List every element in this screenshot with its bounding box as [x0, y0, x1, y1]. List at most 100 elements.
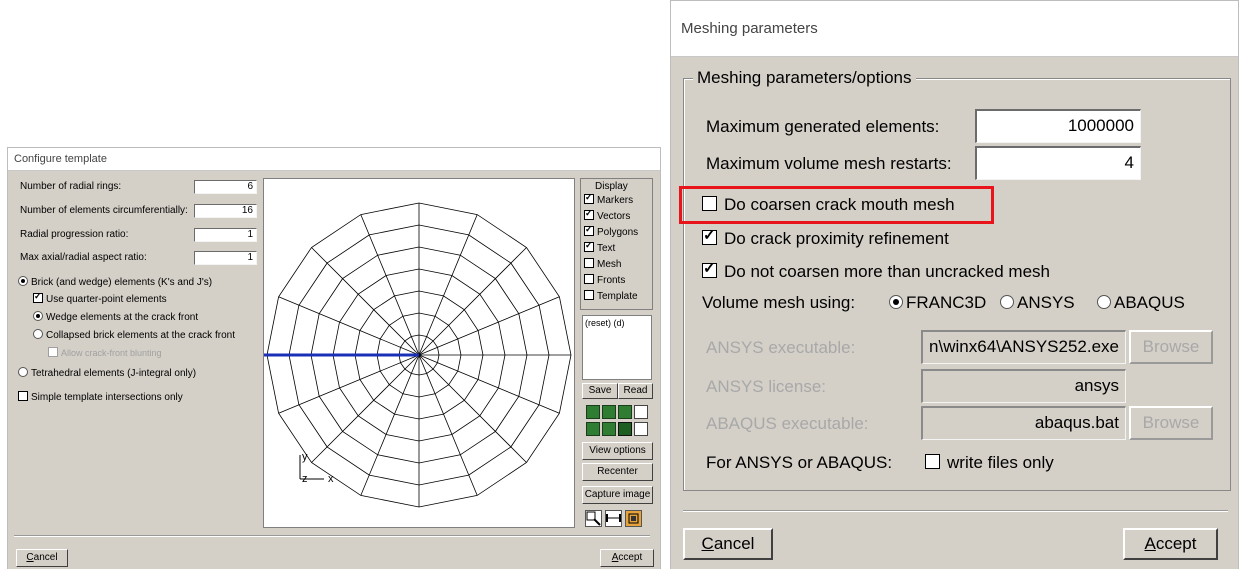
read-button[interactable]: Read	[618, 383, 653, 399]
no-coarsen-checkbox[interactable]: Do not coarsen more than uncracked mesh	[702, 259, 1050, 282]
axis-z-label: z	[302, 473, 308, 485]
for-ansys-abaqus-label: For ANSYS or ABAQUS:	[706, 453, 893, 472]
abaqus-executable-input[interactable]: abaqus.bat	[921, 406, 1126, 440]
coarsen-crack-mouth-checkbox[interactable]: Do coarsen crack mouth mesh	[702, 195, 955, 215]
save-button[interactable]: Save	[582, 383, 618, 399]
history-text: (reset) (d)	[585, 318, 625, 328]
accept-button[interactable]: Accept	[1123, 528, 1218, 560]
display-text-checkbox[interactable]: Text	[584, 240, 615, 254]
elements-circumferential-input[interactable]: 16	[194, 204, 257, 218]
recenter-button[interactable]: Recenter	[582, 463, 653, 481]
checkbox-indicator	[702, 196, 717, 211]
display-fronts-checkbox[interactable]: Fronts	[584, 274, 625, 286]
template-view-canvas[interactable]: y z x	[263, 178, 575, 528]
radial-rings-input[interactable]: 6	[194, 180, 257, 194]
perspective-cube-icon[interactable]	[625, 510, 642, 527]
fit-width-icon[interactable]	[605, 510, 622, 527]
ansys-executable-input[interactable]: n\winx64\ANSYS252.exe	[921, 330, 1126, 364]
mesh-spoke	[418, 214, 478, 356]
view-orientation-toolbar	[582, 403, 654, 439]
radial-rings-label: Number of radial rings:	[20, 181, 122, 192]
elements-circumferential-label: Number of elements circumferentially:	[20, 205, 188, 216]
display-options-panel: Display Markers Vectors Polygons Text Mesh Fr…	[580, 178, 653, 310]
radio-indicator	[18, 276, 28, 286]
view-front-cube-icon[interactable]	[586, 405, 600, 419]
checkbox-indicator	[584, 258, 594, 268]
abaqus-executable-label: ABAQUS executable:	[706, 414, 869, 433]
view-top-cube-icon[interactable]	[586, 422, 600, 436]
checkbox-indicator	[584, 192, 594, 204]
radio-indicator	[1097, 295, 1111, 309]
view-side-cube-icon[interactable]	[618, 405, 632, 419]
mesh-spoke	[360, 214, 420, 356]
wedge-elements-radio[interactable]: Wedge elements at the crack front	[33, 311, 198, 323]
window-title: Configure template	[8, 148, 660, 171]
axis-y-label: y	[302, 451, 308, 463]
write-files-only-checkbox[interactable]: write files only	[925, 453, 1054, 473]
checkbox-indicator	[702, 259, 717, 278]
simple-intersections-checkbox[interactable]: Simple template intersections only	[18, 391, 183, 403]
window-title: Meshing parameters	[671, 1, 1238, 57]
franc3d-radio[interactable]: FRANC3D	[889, 293, 986, 313]
cancel-button[interactable]: Cancel	[16, 549, 68, 567]
volume-mesh-label: Volume mesh using:	[702, 293, 856, 312]
checkbox-indicator	[584, 290, 594, 300]
zoom-box-icon[interactable]	[585, 510, 602, 527]
history-list[interactable]: (reset) (d)	[582, 315, 652, 380]
aspect-ratio-input[interactable]: 1	[194, 251, 257, 265]
mesh-spoke	[278, 354, 420, 414]
view-options-button[interactable]: View options	[582, 442, 653, 460]
view-left-cube-icon[interactable]	[618, 422, 632, 436]
radio-indicator	[18, 367, 28, 377]
mesh-spoke	[418, 296, 560, 356]
accept-button[interactable]: Accept	[600, 549, 654, 567]
checkbox-indicator	[33, 291, 43, 303]
cancel-button[interactable]: Cancel	[683, 528, 773, 560]
display-mesh-checkbox[interactable]: Mesh	[584, 258, 621, 270]
display-template-checkbox[interactable]: Template	[584, 290, 638, 302]
brick-elements-radio[interactable]: Brick (and wedge) elements (K's and J's)	[18, 276, 212, 288]
display-title: Display	[595, 181, 628, 192]
capture-image-button[interactable]: Capture image	[582, 486, 653, 504]
view-back-cube-icon[interactable]	[602, 405, 616, 419]
radio-indicator	[33, 311, 43, 321]
axis-x-label: x	[328, 473, 334, 485]
radial-progression-label: Radial progression ratio:	[20, 229, 129, 240]
display-markers-checkbox[interactable]: Markers	[584, 192, 633, 206]
crack-front-blunting-checkbox[interactable]: Allow crack-front blunting	[48, 347, 162, 358]
radio-indicator	[889, 295, 903, 309]
checkbox-indicator	[584, 208, 594, 220]
checkbox-indicator	[702, 226, 717, 245]
ansys-browse-button[interactable]: Browse	[1129, 330, 1213, 364]
view-iso-cube-icon[interactable]	[634, 405, 648, 419]
ansys-license-input[interactable]: ansys	[921, 369, 1126, 403]
meshing-parameters-dialog: Meshing parameters Meshing parameters/op…	[670, 0, 1239, 569]
max-elements-label: Maximum generated elements:	[706, 117, 940, 136]
view-bottom-cube-icon[interactable]	[602, 422, 616, 436]
radial-progression-input[interactable]: 1	[194, 228, 257, 242]
ansys-license-label: ANSYS license:	[706, 377, 826, 396]
tetrahedral-elements-radio[interactable]: Tetrahedral elements (J-integral only)	[18, 367, 196, 379]
max-elements-input[interactable]: 1000000	[975, 109, 1141, 143]
crack-proximity-checkbox[interactable]: Do crack proximity refinement	[702, 226, 949, 249]
aspect-ratio-label: Max axial/radial aspect ratio:	[20, 252, 147, 263]
max-restarts-input[interactable]: 4	[975, 146, 1141, 180]
display-vectors-checkbox[interactable]: Vectors	[584, 208, 630, 222]
mesh-spoke	[418, 354, 478, 496]
configure-template-dialog: Configure template Number of radial ring…	[7, 147, 661, 569]
view-wire-cube-icon[interactable]	[634, 422, 648, 436]
radio-indicator	[1000, 295, 1014, 309]
mesh-spoke	[360, 354, 420, 496]
mesh-spoke	[278, 296, 420, 356]
quarter-point-checkbox[interactable]: Use quarter-point elements	[33, 291, 167, 305]
ansys-executable-label: ANSYS executable:	[706, 338, 856, 357]
abaqus-radio[interactable]: ABAQUS	[1097, 293, 1185, 313]
abaqus-browse-button[interactable]: Browse	[1129, 406, 1213, 440]
divider	[683, 510, 1228, 512]
ansys-radio[interactable]: ANSYS	[1000, 293, 1075, 313]
checkbox-indicator	[584, 240, 594, 252]
display-polygons-checkbox[interactable]: Polygons	[584, 224, 638, 238]
radio-indicator	[33, 329, 43, 339]
view-tools-toolbar	[585, 508, 655, 528]
collapsed-brick-radio[interactable]: Collapsed brick elements at the crack fr…	[33, 329, 235, 341]
